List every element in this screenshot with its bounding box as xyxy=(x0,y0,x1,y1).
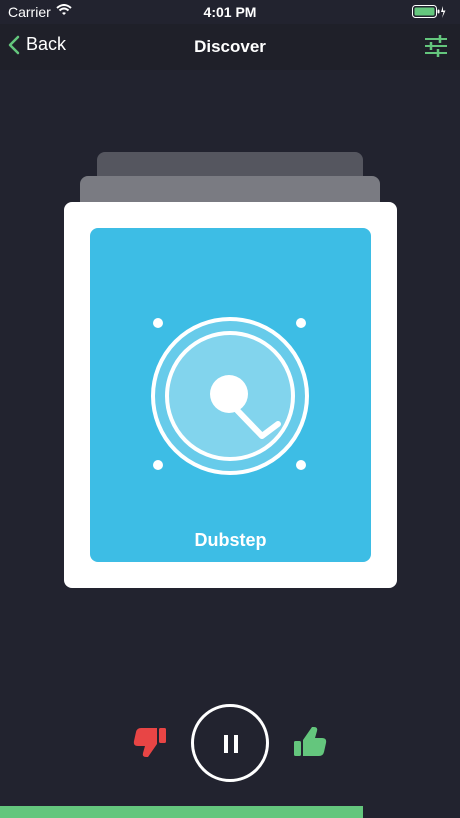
pause-button[interactable] xyxy=(191,704,269,782)
speaker-disc-icon xyxy=(151,317,309,475)
sliders-icon xyxy=(425,35,447,57)
pause-icon xyxy=(224,735,238,753)
status-time: 4:01 PM xyxy=(203,4,257,20)
thumbs-up-icon xyxy=(294,727,327,756)
battery-icon xyxy=(412,5,446,18)
genre-card[interactable]: Dubstep xyxy=(64,202,397,588)
dislike-button[interactable] xyxy=(133,726,167,763)
page-title: Discover xyxy=(194,37,266,56)
like-button[interactable] xyxy=(293,726,327,763)
filter-button[interactable] xyxy=(424,34,448,63)
genre-label: Dubstep xyxy=(194,530,267,550)
genre-artwork: Dubstep xyxy=(90,228,371,562)
status-bar: Carrier 4:01 PM xyxy=(0,0,460,24)
thumbs-down-icon xyxy=(133,728,166,757)
player-controls xyxy=(0,700,460,782)
nav-bar: Back Discover xyxy=(0,24,460,70)
progress-bar xyxy=(0,806,460,818)
progress-fill xyxy=(0,806,364,818)
